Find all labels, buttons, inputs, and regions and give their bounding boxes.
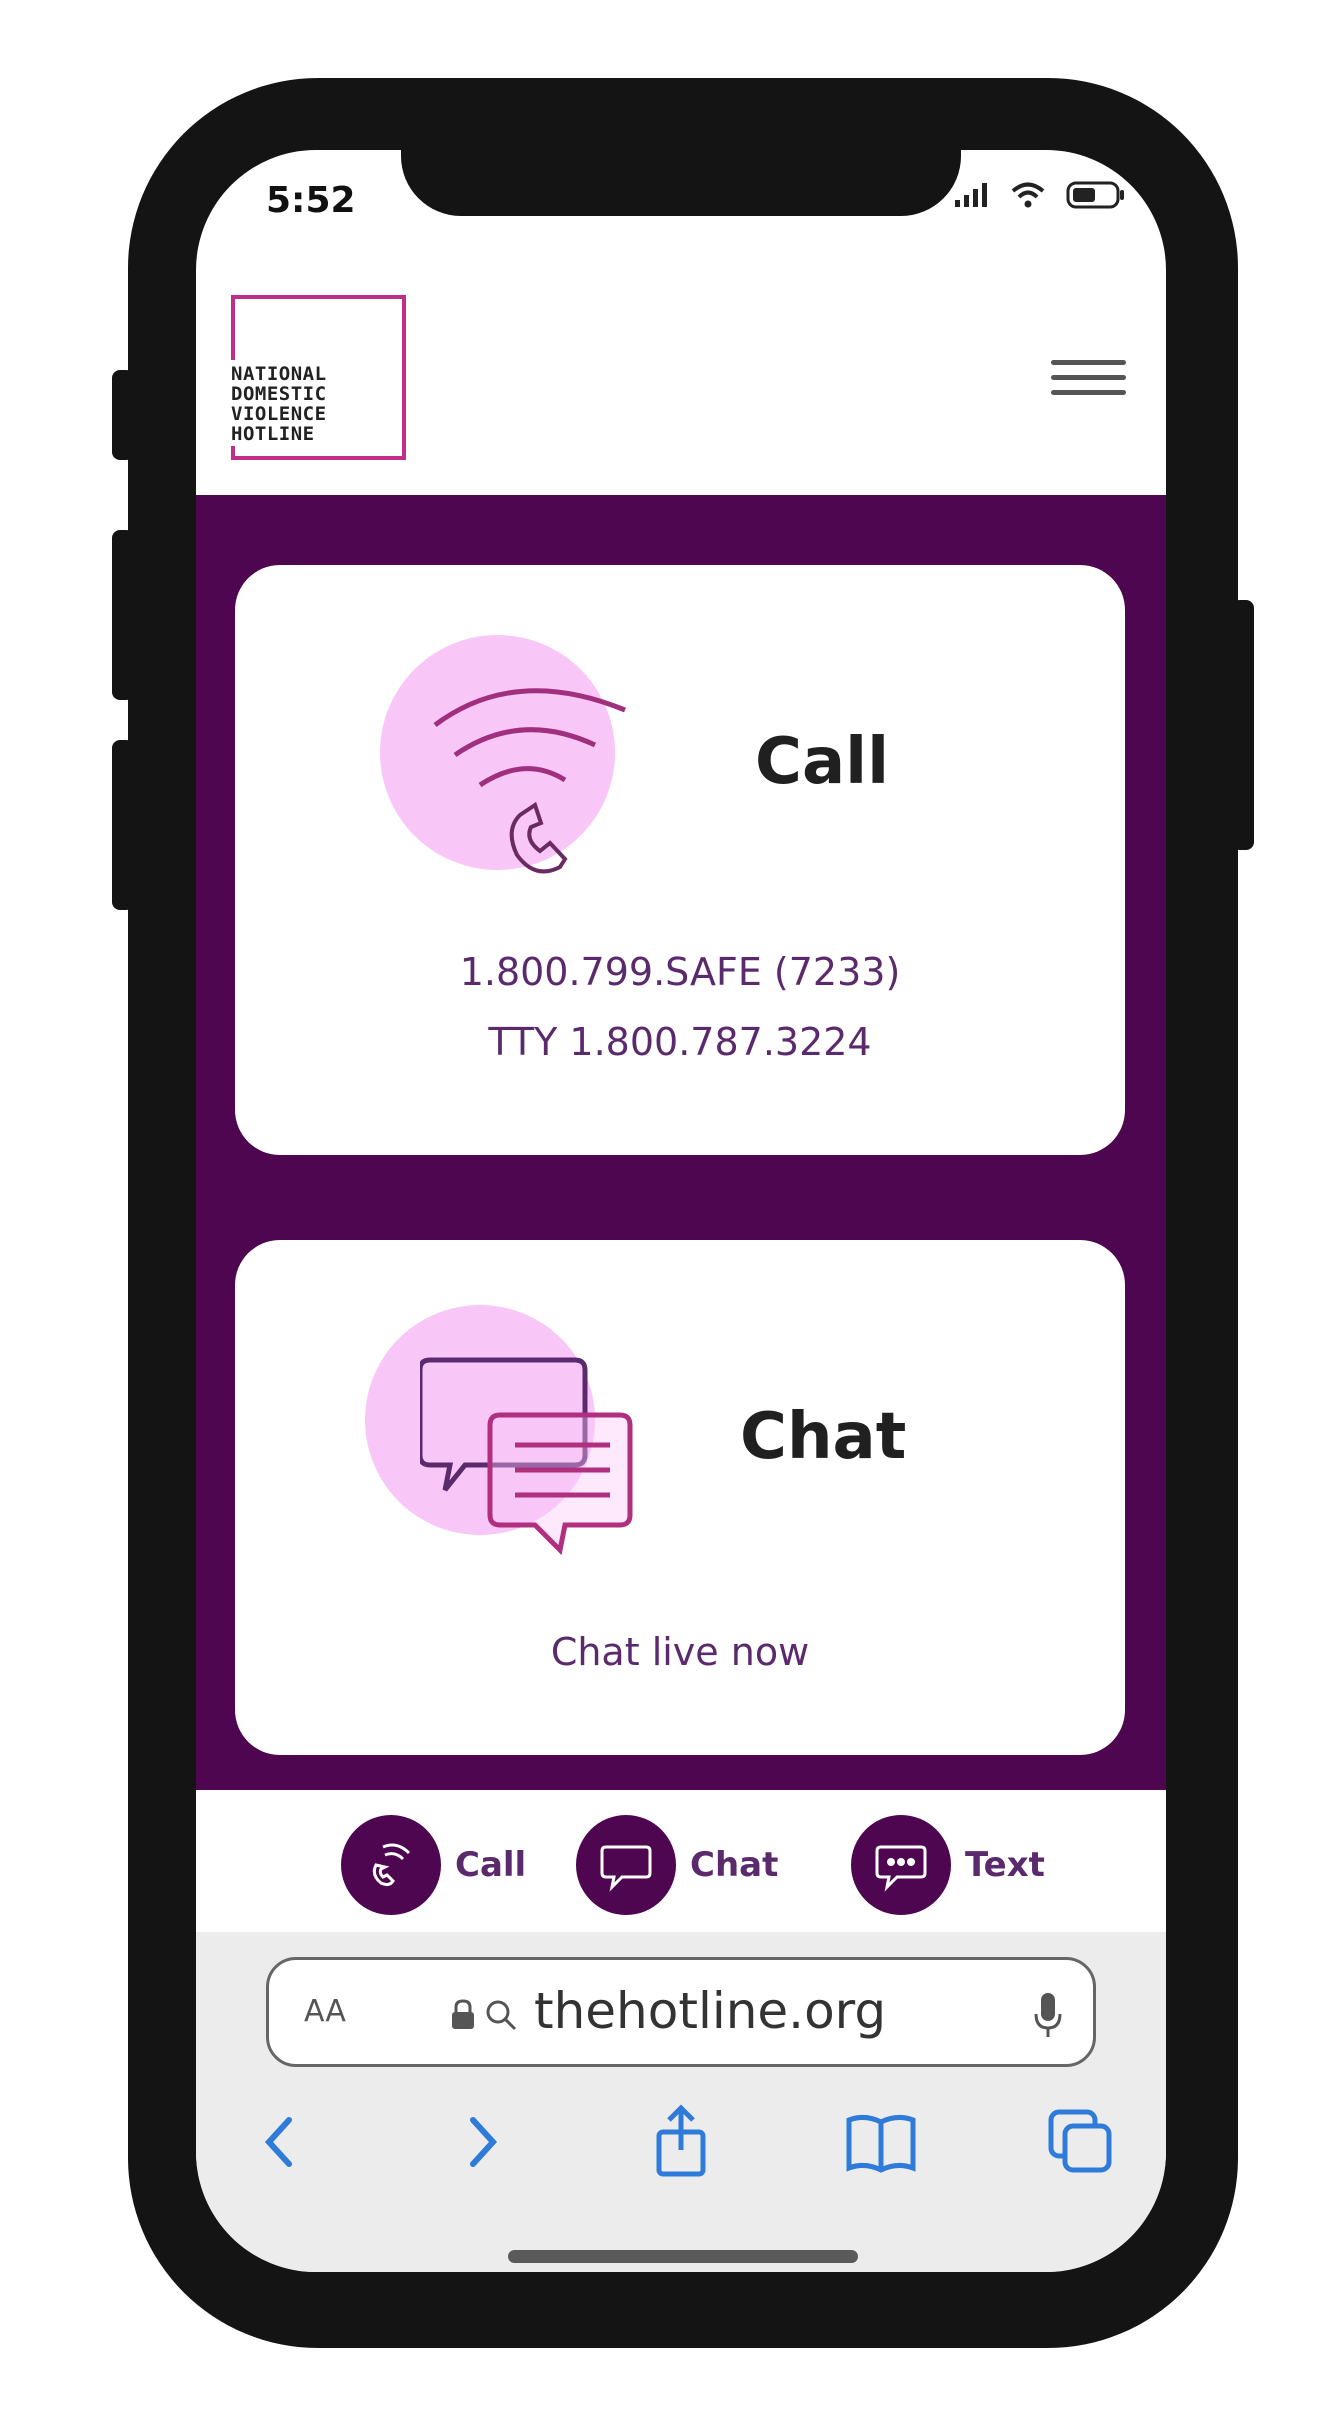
status-time: 5:52 bbox=[266, 180, 356, 221]
notch bbox=[401, 150, 961, 216]
text-message-icon bbox=[851, 1815, 951, 1915]
call-card[interactable]: Call 1.800.799.SAFE (7233) TTY 1.800.787… bbox=[235, 565, 1125, 1155]
phone-frame: 5:52 NATIONAL DOMESTIC VIOLENCE HOTLINE bbox=[128, 78, 1238, 2348]
call-phone-number[interactable]: 1.800.799.SAFE (7233) bbox=[235, 950, 1125, 994]
logo-text: NATIONAL DOMESTIC VIOLENCE HOTLINE bbox=[231, 360, 331, 446]
browser-nav-row bbox=[196, 2102, 1166, 2202]
phone-waves-icon bbox=[433, 688, 626, 874]
chat-card[interactable]: Chat Chat live now bbox=[235, 1240, 1125, 1755]
phone-screen: 5:52 NATIONAL DOMESTIC VIOLENCE HOTLINE bbox=[196, 150, 1166, 2272]
contact-panel: Call 1.800.799.SAFE (7233) TTY 1.800.787… bbox=[196, 495, 1166, 1790]
tabs-icon[interactable] bbox=[1041, 2102, 1121, 2182]
call-card-title: Call bbox=[755, 725, 890, 799]
chat-live-link[interactable]: Chat live now bbox=[235, 1630, 1125, 1674]
quick-text-button[interactable]: Text bbox=[851, 1815, 1045, 1915]
quick-call-button[interactable]: Call bbox=[341, 1815, 526, 1915]
forward-chevron-icon[interactable] bbox=[441, 2102, 521, 2182]
lock-icon bbox=[452, 1999, 474, 2029]
search-icon bbox=[486, 2000, 517, 2031]
wifi-icon bbox=[1011, 182, 1045, 208]
home-indicator[interactable] bbox=[508, 2250, 858, 2263]
quick-action-bar: Call Chat Text bbox=[196, 1790, 1166, 1932]
quick-text-label: Text bbox=[965, 1845, 1045, 1885]
bookmarks-icon[interactable] bbox=[841, 2102, 921, 2182]
hotline-logo[interactable]: NATIONAL DOMESTIC VIOLENCE HOTLINE bbox=[231, 295, 406, 460]
address-bar[interactable]: AA thehotline.org bbox=[266, 1957, 1096, 2067]
quick-chat-label: Chat bbox=[690, 1845, 779, 1885]
chat-bubbles-icon bbox=[420, 1357, 633, 1555]
back-chevron-icon[interactable] bbox=[241, 2102, 321, 2182]
quick-call-label: Call bbox=[455, 1845, 527, 1885]
signal-icon bbox=[955, 183, 987, 207]
url-text: thehotline.org bbox=[534, 1982, 887, 2040]
status-icons bbox=[954, 180, 1126, 210]
phone-icon bbox=[341, 1815, 441, 1915]
text-size-button[interactable]: AA bbox=[304, 1994, 346, 2029]
battery-icon bbox=[1066, 181, 1124, 209]
chat-icon bbox=[576, 1815, 676, 1915]
hamburger-menu-icon[interactable] bbox=[1051, 350, 1126, 410]
share-icon[interactable] bbox=[641, 2102, 721, 2182]
quick-chat-button[interactable]: Chat bbox=[576, 1815, 778, 1915]
browser-toolbar: AA thehotline.org bbox=[196, 1932, 1166, 2272]
microphone-icon[interactable] bbox=[1033, 1990, 1063, 2040]
call-tty-number[interactable]: TTY 1.800.787.3224 bbox=[235, 1020, 1125, 1064]
chat-card-title: Chat bbox=[740, 1400, 907, 1474]
